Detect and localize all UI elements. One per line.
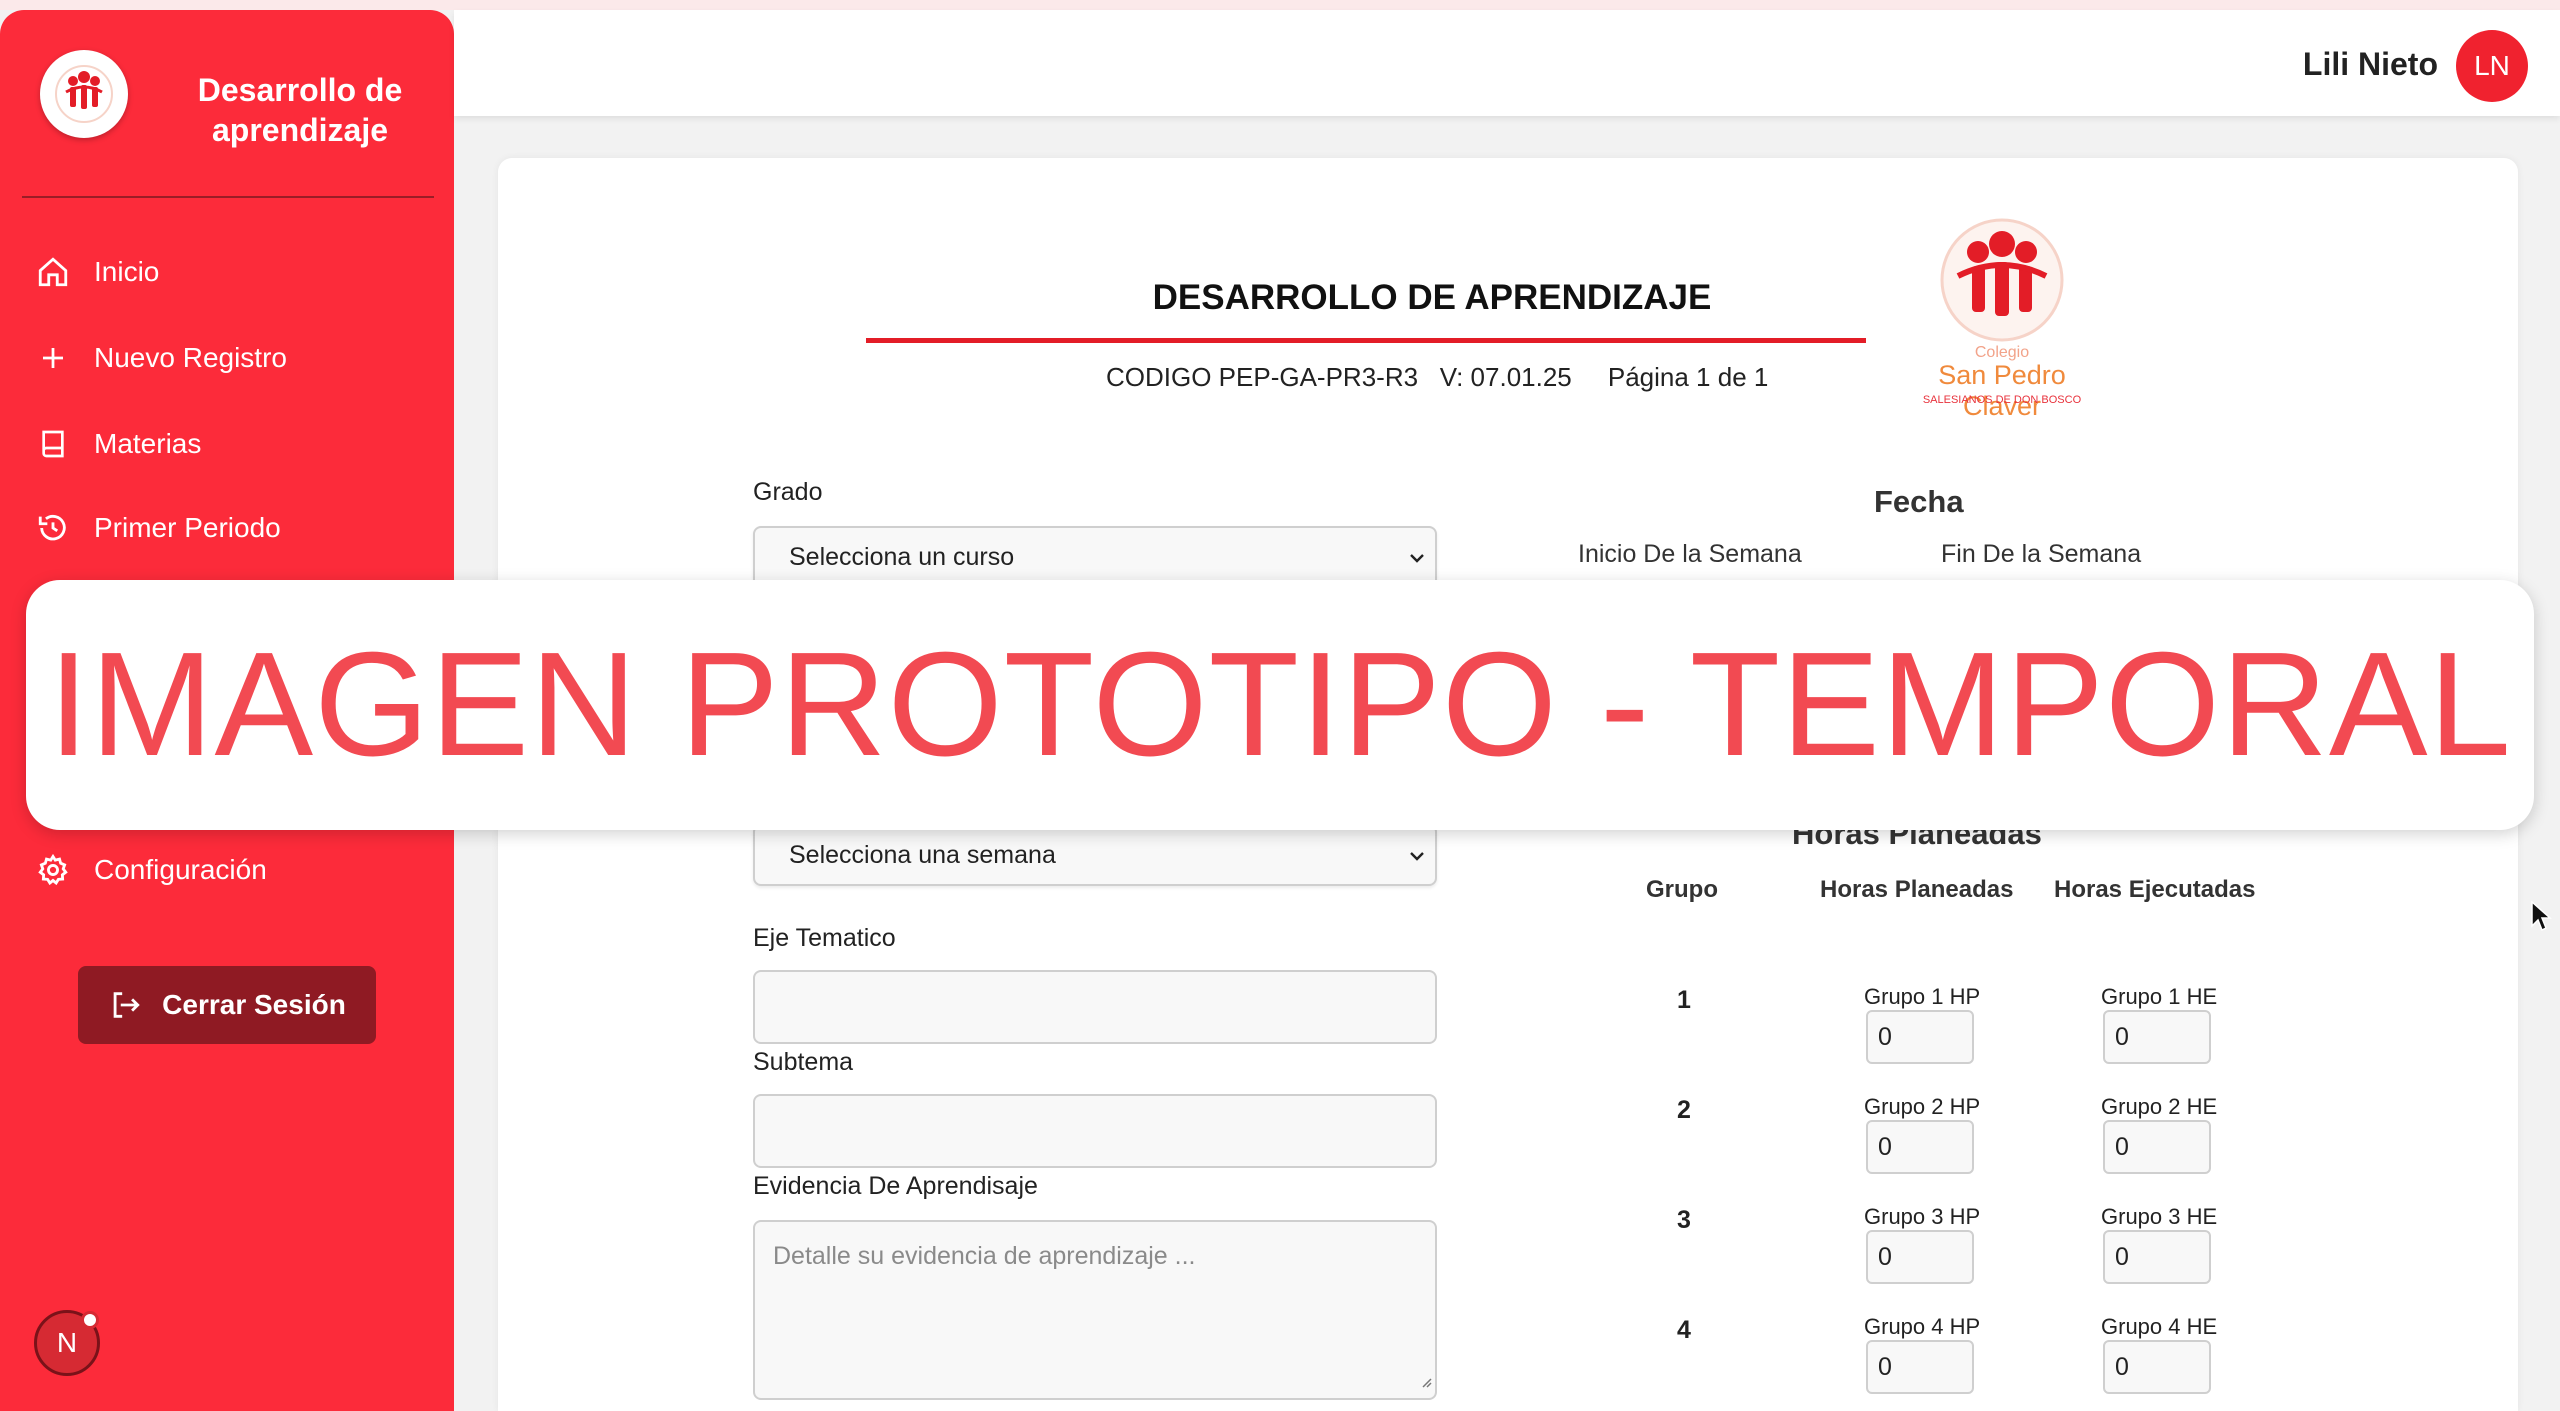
gear-icon [34, 851, 72, 889]
chevron-down-icon [1405, 546, 1429, 577]
grado-select-value: Selecciona un curso [789, 542, 1015, 571]
document-title: DESARROLLO DE APRENDIZAJE [1152, 278, 1712, 317]
evidencia-label: Evidencia De Aprendisaje [753, 1172, 1038, 1200]
eje-tematico-label: Eje Tematico [753, 924, 896, 952]
user-initials: LN [2474, 50, 2510, 81]
title-underline [866, 338, 1866, 343]
sidebar-item-label: Nuevo Registro [94, 342, 287, 373]
user-avatar[interactable]: LN [2456, 30, 2528, 102]
brand-title: Desarrollo de aprendizaje [197, 72, 403, 148]
eje-tematico-input[interactable] [753, 970, 1437, 1044]
grupo-number: 3 [1677, 1206, 1691, 1234]
hp-input[interactable]: 0 [1866, 1120, 1974, 1174]
semana-select[interactable]: Selecciona una semana [753, 824, 1437, 886]
chevron-down-icon [1405, 844, 1429, 875]
evidencia-textarea[interactable]: Detalle su evidencia de aprendizaje ... [753, 1220, 1437, 1400]
sidebar-item-label: Configuración [94, 854, 267, 885]
he-input[interactable]: 0 [2103, 1230, 2211, 1284]
logout-label: Cerrar Sesión [162, 989, 346, 1020]
hp-label: Grupo 1 HP [1864, 984, 1981, 1009]
he-input[interactable]: 0 [2103, 1120, 2211, 1174]
fecha-title: Fecha [1874, 484, 1964, 519]
he-label: Grupo 4 HE [2101, 1314, 2218, 1339]
inicio-semana-label: Inicio De la Semana [1578, 540, 1802, 568]
grupo-number: 1 [1677, 986, 1691, 1014]
top-strip [0, 0, 2560, 10]
sidebar-item-label: Inicio [94, 256, 160, 287]
he-input[interactable]: 0 [2103, 1340, 2211, 1394]
sidebar-item-nuevo-registro[interactable]: Nuevo Registro [34, 334, 434, 382]
resize-grip-icon[interactable] [1417, 1367, 1433, 1396]
hp-label: Grupo 3 HP [1864, 1204, 1981, 1229]
hp-label: Grupo 4 HP [1864, 1314, 1981, 1339]
logo-subtitle: SALESIANOS DE DON BOSCO [1922, 394, 2082, 406]
sidebar-item-primer-periodo[interactable]: Primer Periodo [34, 504, 434, 552]
he-label: Grupo 1 HE [2101, 984, 2218, 1009]
brand[interactable]: Desarrollo de aprendizaje [40, 50, 440, 160]
grado-label: Grado [753, 478, 823, 506]
sidebar-divider [22, 196, 434, 198]
book-icon [34, 425, 72, 463]
school-logo: Colegio San Pedro Claver SALESIANOS DE D… [1896, 214, 2108, 421]
school-logo-icon [1940, 218, 2064, 342]
he-label: Grupo 2 HE [2101, 1094, 2218, 1119]
col-horas-ejecutadas-header: Horas Ejecutadas [2054, 876, 2256, 903]
hp-input[interactable]: 0 [1866, 1230, 1974, 1284]
subtema-label: Subtema [753, 1048, 854, 1076]
col-horas-planeadas-header: Horas Planeadas [1820, 876, 2014, 903]
user-name[interactable]: Lili Nieto [2303, 46, 2438, 83]
fin-semana-label: Fin De la Semana [1941, 540, 2142, 568]
plus-icon [34, 339, 72, 377]
brand-logo-icon [40, 50, 128, 138]
hp-input[interactable]: 0 [1866, 1340, 1974, 1394]
history-icon [34, 509, 72, 547]
prototype-overlay-banner: IMAGEN PROTOTIPO - TEMPORAL [26, 580, 2534, 830]
document-code-line: CODIGO PEP-GA-PR3-R3 V: 07.01.25 Página … [1106, 362, 1769, 392]
semana-select-value: Selecciona una semana [789, 840, 1056, 869]
hp-input[interactable]: 0 [1866, 1010, 1974, 1064]
top-header: Lili Nieto LN [454, 10, 2560, 116]
logout-button[interactable]: Cerrar Sesión [78, 966, 376, 1044]
prototype-overlay-text: IMAGEN PROTOTIPO - TEMPORAL [48, 622, 2512, 787]
logo-school-name: San Pedro Claver [1938, 360, 2066, 421]
sidebar-item-materias[interactable]: Materias [34, 420, 434, 468]
notification-avatar[interactable]: N [34, 1310, 100, 1376]
hp-label: Grupo 2 HP [1864, 1094, 1981, 1119]
sidebar-item-configuracion[interactable]: Configuración [34, 846, 434, 894]
col-grupo-header: Grupo [1646, 876, 1718, 903]
logout-icon [108, 988, 142, 1022]
mouse-cursor-icon [2530, 900, 2552, 937]
home-icon [34, 253, 72, 291]
subtema-input[interactable] [753, 1094, 1437, 1168]
grado-select[interactable]: Selecciona un curso [753, 526, 1437, 588]
notification-avatar-letter: N [56, 1327, 78, 1358]
evidencia-placeholder: Detalle su evidencia de aprendizaje ... [773, 1242, 1196, 1270]
grupo-number: 4 [1677, 1316, 1691, 1344]
grupo-number: 2 [1677, 1096, 1691, 1124]
sidebar-item-label: Materias [94, 428, 202, 459]
he-input[interactable]: 0 [2103, 1010, 2211, 1064]
he-label: Grupo 3 HE [2101, 1204, 2218, 1229]
sidebar-item-label: Primer Periodo [94, 512, 281, 543]
sidebar-item-inicio[interactable]: Inicio [34, 248, 434, 296]
notification-dot [81, 1311, 99, 1329]
